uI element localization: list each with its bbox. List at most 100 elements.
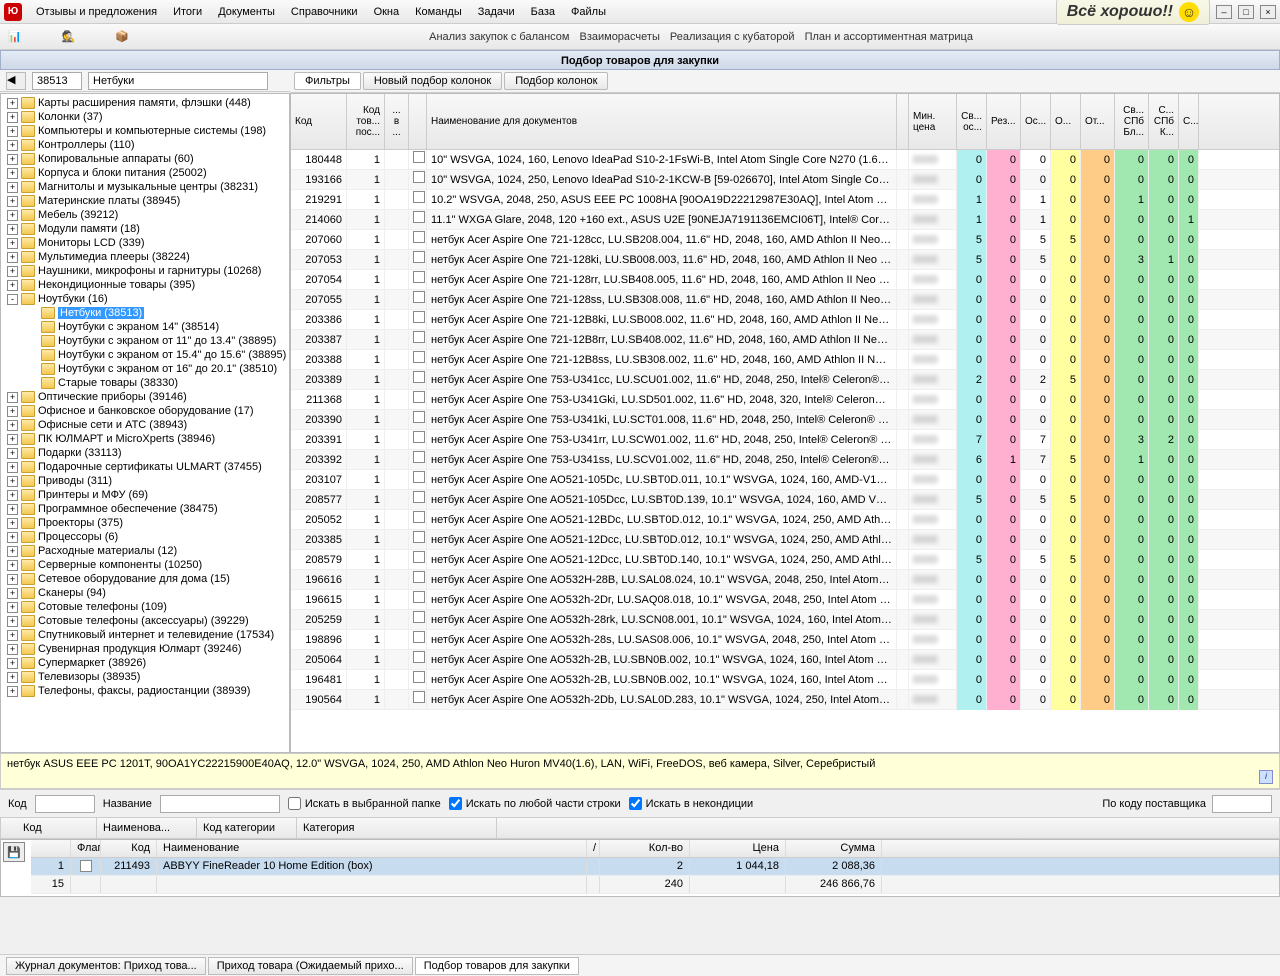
menu-Документы[interactable]: Документы (210, 2, 283, 22)
table-row[interactable]: 1905641нетбук Acer Aspire One AO532h-2Db… (291, 690, 1279, 710)
grid-col-header[interactable]: С... (1179, 94, 1199, 149)
supplier-code-input[interactable] (1212, 795, 1272, 813)
tree-label[interactable]: Спутниковый интернет и телевидение (1753… (38, 629, 274, 641)
tree-label[interactable]: Старые товары (38330) (58, 377, 178, 389)
table-row[interactable]: 2070601нетбук Acer Aspire One 721-128cc,… (291, 230, 1279, 250)
menu-Окна[interactable]: Окна (366, 2, 408, 22)
cart-col[interactable]: / (587, 840, 600, 857)
expand-icon[interactable]: - (7, 294, 18, 305)
tree-label[interactable]: Сетевое оборудование для дома (15) (38, 573, 230, 585)
close-button[interactable]: × (1260, 5, 1276, 19)
expand-icon[interactable]: + (7, 420, 18, 431)
expand-icon[interactable]: + (7, 140, 18, 151)
menu-Команды[interactable]: Команды (407, 2, 470, 22)
grid-col-header[interactable]: ... в ... (385, 94, 409, 149)
tree-label[interactable]: Программное обеспечение (38475) (38, 503, 218, 515)
expand-icon[interactable]: + (7, 686, 18, 697)
cart-col[interactable]: Флаг (71, 840, 101, 857)
grid-col-header[interactable]: Код тов... пос... (347, 94, 385, 149)
table-row[interactable]: 1966151нетбук Acer Aspire One AO532h-2Dr… (291, 590, 1279, 610)
menu-Файлы[interactable]: Файлы (563, 2, 614, 22)
grid-col-header[interactable]: Мин. цена (909, 94, 957, 149)
tree-label[interactable]: Принтеры и МФУ (69) (38, 489, 148, 501)
expand-icon[interactable]: + (7, 588, 18, 599)
expand-icon[interactable]: + (7, 490, 18, 501)
menu-База[interactable]: База (523, 2, 563, 22)
grid-col-header[interactable]: С... СПб К... (1149, 94, 1179, 149)
info-icon[interactable]: i (1259, 770, 1273, 784)
grid-col-header[interactable]: Наименование для документов (427, 94, 897, 149)
tree-label[interactable]: Ноутбуки с экраном от 11" до 13.4" (3889… (58, 335, 276, 347)
table-row[interactable]: 2085791нетбук Acer Aspire One AO521-12Dc… (291, 550, 1279, 570)
table-row[interactable]: 2052591нетбук Acer Aspire One AO532h-28r… (291, 610, 1279, 630)
tree-label[interactable]: Проекторы (375) (38, 517, 123, 529)
menu-Справочники[interactable]: Справочники (283, 2, 366, 22)
table-row[interactable]: 2033871нетбук Acer Aspire One 721-12B8rr… (291, 330, 1279, 350)
tool-icon-2[interactable]: 🕵️ (62, 30, 76, 43)
tree-label[interactable]: Сканеры (94) (38, 587, 106, 599)
cart-col[interactable]: Код (101, 840, 157, 857)
expand-icon[interactable]: + (7, 98, 18, 109)
bottom-col[interactable]: Категория (297, 818, 497, 838)
expand-icon[interactable]: + (7, 504, 18, 515)
tree-label[interactable]: Приводы (311) (38, 475, 112, 487)
table-row[interactable]: 2070531нетбук Acer Aspire One 721-128ki,… (291, 250, 1279, 270)
menu-Задачи[interactable]: Задачи (470, 2, 523, 22)
tree-label[interactable]: Модули памяти (18) (38, 223, 140, 235)
expand-icon[interactable]: + (7, 644, 18, 655)
status-tab[interactable]: Подбор товаров для закупки (415, 957, 579, 975)
expand-icon[interactable]: + (7, 406, 18, 417)
tree-label[interactable]: Мебель (39212) (38, 209, 118, 221)
tree-label[interactable]: Телефоны, факсы, радиостанции (38939) (38, 685, 250, 697)
cart-col[interactable]: Сумма (786, 840, 882, 857)
tree-label[interactable]: Расходные материалы (12) (38, 545, 177, 557)
bottom-col[interactable]: Код категории (197, 818, 297, 838)
tree-label[interactable]: Процессоры (6) (38, 531, 118, 543)
cart-col[interactable] (31, 840, 71, 857)
tree-label[interactable]: Ноутбуки (16) (38, 293, 108, 305)
tree-label[interactable]: ПК ЮЛМАРТ и MicroXperts (38946) (38, 433, 215, 445)
bottom-col[interactable]: Наименова... (97, 818, 197, 838)
search-code-input[interactable] (35, 795, 95, 813)
expand-icon[interactable]: + (7, 280, 18, 291)
search-folder-checkbox[interactable] (288, 797, 301, 810)
toolbar-link[interactable]: Анализ закупок с балансом (429, 31, 569, 43)
expand-icon[interactable]: + (7, 518, 18, 529)
table-row[interactable]: 2031071нетбук Acer Aspire One AO521-105D… (291, 470, 1279, 490)
tree-left-button[interactable]: ◀ (6, 72, 26, 90)
expand-icon[interactable]: + (7, 210, 18, 221)
table-row[interactable]: 2033861нетбук Acer Aspire One 721-12B8ki… (291, 310, 1279, 330)
expand-icon[interactable]: + (7, 154, 18, 165)
tree-label[interactable]: Офисные сети и АТС (38943) (38, 419, 187, 431)
table-row[interactable]: 1964811нетбук Acer Aspire One AO532h-2B,… (291, 670, 1279, 690)
expand-icon[interactable]: + (7, 196, 18, 207)
tool-icon-1[interactable]: 📊 (8, 30, 22, 43)
search-name-input[interactable] (160, 795, 280, 813)
tree-label[interactable]: Серверные компоненты (10250) (38, 559, 202, 571)
grid-col-header[interactable]: От... (1081, 94, 1115, 149)
name-input[interactable] (88, 72, 268, 90)
tree-label[interactable]: Материнские платы (38945) (38, 195, 180, 207)
cart-col[interactable]: Наименование (157, 840, 587, 857)
expand-icon[interactable]: + (7, 168, 18, 179)
grid-col-header[interactable]: Код (291, 94, 347, 149)
table-row[interactable]: 2033911нетбук Acer Aspire One 753-U341rr… (291, 430, 1279, 450)
expand-icon[interactable]: + (7, 560, 18, 571)
tree-label[interactable]: Магнитолы и музыкальные центры (38231) (38, 181, 258, 193)
grid-col-header[interactable]: Ос... (1021, 94, 1051, 149)
grid-col-header[interactable]: О... (1051, 94, 1081, 149)
expand-icon[interactable]: + (7, 112, 18, 123)
expand-icon[interactable]: + (7, 658, 18, 669)
toolbar-link[interactable]: План и ассортиментная матрица (805, 31, 973, 43)
save-button[interactable]: 💾 (3, 842, 25, 862)
table-row[interactable]: 2033891нетбук Acer Aspire One 753-U341cc… (291, 370, 1279, 390)
expand-icon[interactable]: + (7, 238, 18, 249)
expand-icon[interactable]: + (7, 574, 18, 585)
grid-col-header[interactable]: Рез... (987, 94, 1021, 149)
tree-label[interactable]: Мультимедиа плееры (38224) (38, 251, 190, 263)
expand-icon[interactable]: + (7, 630, 18, 641)
tree-label[interactable]: Ноутбуки с экраном 14" (38514) (58, 321, 219, 333)
bottom-col[interactable]: Код (17, 818, 97, 838)
code-input[interactable] (32, 72, 82, 90)
maximize-button[interactable]: □ (1238, 5, 1254, 19)
